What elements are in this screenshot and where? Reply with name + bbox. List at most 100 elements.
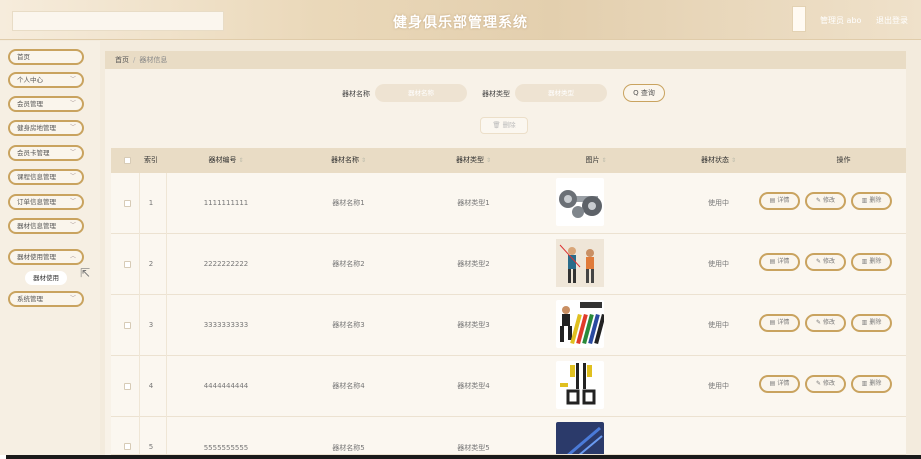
cell-name: 器材名称1 xyxy=(332,199,365,207)
detail-label: 详情 xyxy=(777,258,790,265)
sort-icon: ⇕ xyxy=(730,157,737,164)
row-checkbox[interactable] xyxy=(124,383,131,390)
cell-name: 器材名称2 xyxy=(332,260,365,268)
submenu-equipment-usage[interactable]: 器材使用 xyxy=(25,271,67,285)
equipment-type-input[interactable]: 器材类型 xyxy=(515,84,607,102)
trash-icon: ▥ xyxy=(861,319,868,326)
breadcrumb-separator: / xyxy=(133,56,136,64)
delete-button[interactable]: ▥ 删除 xyxy=(851,375,892,393)
column-status-label: 器材状态 xyxy=(700,156,729,164)
cell-name: 器材名称5 xyxy=(332,444,365,452)
edit-icon: ✎ xyxy=(815,258,821,265)
sidebar-item-label: 器材使用管理 xyxy=(17,253,56,261)
cell-index: 5 xyxy=(148,443,154,451)
detail-label: 详情 xyxy=(777,319,790,326)
chevron-up-icon: ︿ xyxy=(69,253,76,260)
sidebar-item-member-cards[interactable]: 会员卡管理 ﹀ xyxy=(8,145,84,161)
equipment-name-label: 器材名称 xyxy=(342,90,370,98)
sidebar-item-equipment-info[interactable]: 器材信息管理 ﹀ xyxy=(8,218,84,234)
chevron-down-icon: ﹀ xyxy=(69,222,76,229)
cell-type: 器材类型2 xyxy=(457,260,490,268)
sidebar-item-courses[interactable]: 课程信息管理 ﹀ xyxy=(8,169,84,185)
sidebar-item-members[interactable]: 会员管理 ﹀ xyxy=(8,96,84,112)
chevron-down-icon: ﹀ xyxy=(69,295,76,302)
column-type[interactable]: 器材类型 ⇕ xyxy=(411,148,536,173)
column-code[interactable]: 器材编号 ⇕ xyxy=(166,148,286,173)
edit-icon: ✎ xyxy=(815,319,821,326)
breadcrumb-current: 器材信息 xyxy=(139,56,168,64)
breadcrumb: 首页 / 器材信息 xyxy=(105,51,906,69)
cell-code: 4444444444 xyxy=(203,382,249,390)
detail-button[interactable]: ▤ 详情 xyxy=(759,314,800,332)
chevron-down-icon: ﹀ xyxy=(69,100,76,107)
sidebar-item-gyms[interactable]: 健身房地管理 ﹀ xyxy=(8,120,84,136)
sidebar-item-label: 个人中心 xyxy=(17,76,43,84)
select-all-checkbox[interactable] xyxy=(124,157,131,164)
edit-button[interactable]: ✎ 修改 xyxy=(805,375,846,393)
edit-button[interactable]: ✎ 修改 xyxy=(805,192,846,210)
trash-icon: ▥ xyxy=(861,380,868,387)
cell-index: 3 xyxy=(148,321,154,329)
sidebar-item-label: 课程信息管理 xyxy=(17,173,56,181)
sidebar-item-equipment-usage[interactable]: 器材使用管理 ︿ xyxy=(8,249,84,265)
row-checkbox[interactable] xyxy=(124,322,131,329)
column-name[interactable]: 器材名称 ⇕ xyxy=(286,148,411,173)
edit-label: 修改 xyxy=(823,197,836,204)
logout-link[interactable]: 退出登录 xyxy=(876,15,908,26)
sidebar-item-personal-center[interactable]: 个人中心 ﹀ xyxy=(8,72,84,88)
sidebar-item-label: 首页 xyxy=(17,53,30,61)
sidebar-item-label: 健身房地管理 xyxy=(17,124,56,132)
equipment-type-label: 器材类型 xyxy=(482,90,510,98)
table-header: 索引 器材编号 ⇕ 器材名称 ⇕ 器材类型 ⇕ 图片 ⇕ 器材状态 ⇕ 操作 xyxy=(111,148,906,173)
column-status[interactable]: 器材状态 ⇕ xyxy=(656,148,781,173)
row-checkbox[interactable] xyxy=(124,200,131,207)
equipment-image-dumbbells xyxy=(556,178,604,226)
detail-button[interactable]: ▤ 详情 xyxy=(759,375,800,393)
table-row: 1 1111111111 器材名称1 器材类型1 使用中 ▤ 详情 ✎ 修改 ▥ 删除 xyxy=(111,173,906,234)
batch-delete-button[interactable]: 🗑 删除 xyxy=(480,117,528,134)
table-row: 5 5555555555 器材名称5 器材类型5 xyxy=(111,417,906,455)
batch-delete-label: 删除 xyxy=(502,121,516,129)
row-checkbox[interactable] xyxy=(124,261,131,268)
column-type-label: 器材类型 xyxy=(455,156,484,164)
column-image-label: 图片 xyxy=(585,156,600,164)
sidebar-item-system[interactable]: 系统管理 ﹀ xyxy=(8,291,84,307)
cell-type: 器材类型5 xyxy=(457,444,490,452)
cell-code: 5555555555 xyxy=(203,444,249,452)
sidebar-item-orders[interactable]: 订单信息管理 ﹀ xyxy=(8,194,84,210)
sidebar-item-label: 系统管理 xyxy=(17,295,43,303)
delete-button[interactable]: ▥ 删除 xyxy=(851,192,892,210)
delete-button[interactable]: ▥ 删除 xyxy=(851,314,892,332)
query-button[interactable]: Q 查询 xyxy=(623,84,665,102)
sidebar-item-home[interactable]: 首页 xyxy=(8,49,84,65)
edit-icon: ✎ xyxy=(815,197,821,204)
edit-button[interactable]: ✎ 修改 xyxy=(805,314,846,332)
detail-button[interactable]: ▤ 详情 xyxy=(759,192,800,210)
taskbar xyxy=(0,455,921,459)
delete-label: 删除 xyxy=(869,319,882,326)
equipment-name-input[interactable]: 器材名称 xyxy=(375,84,467,102)
equipment-image-band-set xyxy=(556,300,606,348)
delete-button[interactable]: ▥ 删除 xyxy=(851,253,892,271)
app-title: 健身俱乐部管理系统 xyxy=(393,15,528,31)
sidebar-item-label: 器材信息管理 xyxy=(17,222,56,230)
detail-icon: ▤ xyxy=(769,197,776,204)
mouse-cursor-icon: ⇱ xyxy=(80,266,91,280)
detail-button[interactable]: ▤ 详情 xyxy=(759,253,800,271)
column-image[interactable]: 图片 ⇕ xyxy=(536,148,656,173)
sidebar-item-label: 会员卡管理 xyxy=(17,149,50,157)
chevron-down-icon: ﹀ xyxy=(69,76,76,83)
cell-index: 2 xyxy=(148,260,154,268)
column-index: 索引 xyxy=(144,156,158,164)
edit-button[interactable]: ✎ 修改 xyxy=(805,253,846,271)
cell-name: 器材名称4 xyxy=(332,382,365,390)
detail-label: 详情 xyxy=(777,197,790,204)
detail-icon: ▤ xyxy=(769,319,776,326)
edit-label: 修改 xyxy=(823,319,836,326)
row-checkbox[interactable] xyxy=(124,443,131,450)
edit-label: 修改 xyxy=(823,380,836,387)
delete-label: 删除 xyxy=(869,197,882,204)
breadcrumb-home[interactable]: 首页 xyxy=(115,56,129,64)
avatar[interactable] xyxy=(792,6,806,32)
table-row: 4 4444444444 器材名称4 器材类型4 使用中 ▤ 详情 ✎ 修改 ▥ 删除 xyxy=(111,356,906,417)
